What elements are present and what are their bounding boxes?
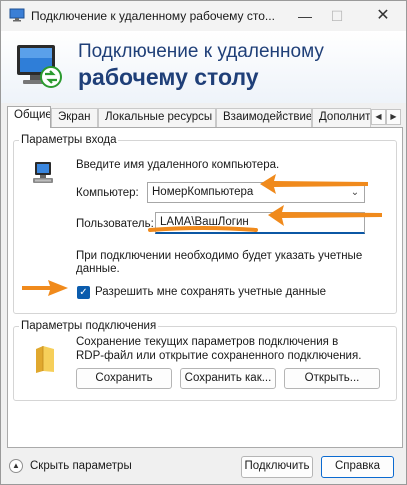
tab-local-resources[interactable]: Локальные ресурсы bbox=[98, 108, 216, 127]
computer-icon bbox=[33, 162, 53, 183]
remote-desktop-app-icon bbox=[9, 8, 25, 22]
computer-prompt-text: Введите имя удаленного компьютера. bbox=[76, 159, 280, 171]
login-settings-legend: Параметры входа bbox=[21, 134, 117, 146]
tab-display[interactable]: Экран bbox=[51, 108, 98, 127]
connection-settings-group: Параметры подключения Сохранение текущих… bbox=[13, 320, 397, 401]
connect-button[interactable]: Подключить bbox=[241, 456, 313, 478]
help-button[interactable]: Справка bbox=[321, 456, 394, 478]
window-title: Подключение к удаленному рабочему сто... bbox=[31, 9, 275, 23]
tab-advanced[interactable]: Дополнит bbox=[312, 108, 371, 127]
tab-general[interactable]: Общие bbox=[7, 106, 51, 128]
collapse-options-icon[interactable]: ▲ bbox=[9, 459, 23, 473]
rdp-window: Подключение к удаленному рабочему сто...… bbox=[0, 0, 407, 485]
save-credentials-checkbox[interactable]: ✓ bbox=[77, 286, 90, 299]
tab-experience[interactable]: Взаимодействие bbox=[216, 108, 312, 127]
banner-title-line1: Подключение к удаленному bbox=[78, 41, 324, 62]
open-button[interactable]: Открыть... bbox=[284, 368, 380, 389]
annotation-arrow-computer bbox=[260, 174, 368, 194]
title-bar: Подключение к удаленному рабочему сто...… bbox=[1, 1, 406, 31]
computer-value: НомерКомпьютера bbox=[152, 186, 254, 198]
remote-desktop-monitor-icon bbox=[17, 45, 62, 88]
save-button[interactable]: Сохранить bbox=[76, 368, 172, 389]
credentials-note-line1: При подключении необходимо будет указать… bbox=[76, 250, 363, 262]
tab-scroll-right-button[interactable]: ▶ bbox=[386, 109, 401, 125]
connection-desc-line1: Сохранение текущих параметров подключени… bbox=[76, 336, 339, 348]
computer-label: Компьютер: bbox=[76, 187, 139, 199]
annotation-underline-user bbox=[148, 226, 258, 232]
tab-strip: Общие Экран Локальные ресурсы Взаимодейс… bbox=[7, 106, 403, 128]
banner-title-line2: рабочему столу bbox=[78, 64, 259, 90]
annotation-arrow-checkbox bbox=[22, 280, 68, 296]
header-banner: Подключение к удаленному рабочему столу bbox=[1, 31, 406, 103]
hide-options-link[interactable]: Скрыть параметры bbox=[30, 460, 132, 472]
connection-settings-legend: Параметры подключения bbox=[21, 320, 157, 332]
annotation-arrow-user bbox=[268, 205, 382, 226]
save-credentials-label[interactable]: Разрешить мне сохранять учетные данные bbox=[95, 286, 326, 298]
folder-icon bbox=[36, 346, 54, 373]
save-as-button[interactable]: Сохранить как... bbox=[180, 368, 276, 389]
tab-scroll-left-button[interactable]: ◀ bbox=[371, 109, 386, 125]
user-label: Пользователь: bbox=[76, 218, 154, 230]
connection-desc-line2: RDP-файл или открытие сохраненного подкл… bbox=[76, 350, 362, 362]
credentials-note-line2: данные. bbox=[76, 263, 120, 275]
close-button[interactable]: ✕ bbox=[363, 1, 403, 31]
maximize-button[interactable]: ☐ bbox=[317, 1, 357, 31]
